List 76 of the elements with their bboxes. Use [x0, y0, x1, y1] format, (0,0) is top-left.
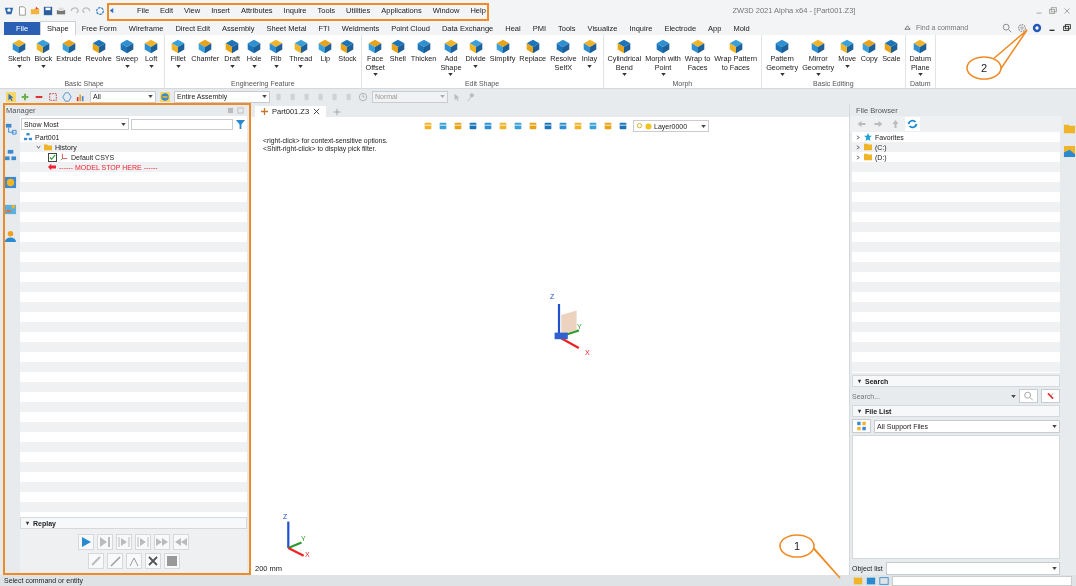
collapse-ribbon-icon[interactable]	[904, 24, 911, 31]
view-tool-icon[interactable]	[543, 121, 553, 131]
part-tab-icon[interactable]	[3, 176, 17, 189]
pencil-icon[interactable]	[106, 553, 123, 569]
star-icon	[864, 133, 872, 141]
view-tool-icon[interactable]	[558, 121, 568, 131]
view-tool-icon[interactable]	[483, 121, 493, 131]
command-input-field[interactable]	[892, 575, 1072, 586]
caret-icon[interactable]	[148, 95, 153, 98]
settings-icon[interactable]	[1017, 22, 1027, 33]
delete-icon[interactable]	[144, 553, 161, 569]
callout-number: 2	[980, 62, 988, 74]
clock-icon[interactable]	[358, 91, 368, 102]
tree-tab-icon[interactable]	[3, 122, 17, 135]
help-icon[interactable]	[1032, 22, 1042, 33]
rewind-icon[interactable]	[173, 534, 189, 550]
box-select-icon[interactable]	[48, 91, 58, 102]
callout-number: 1	[793, 540, 801, 552]
status-dot-icon	[645, 122, 652, 130]
caret-icon[interactable]	[701, 124, 706, 128]
caret-icon[interactable]	[1011, 394, 1016, 398]
folder-icon	[44, 143, 52, 151]
assembly-icon[interactable]	[160, 91, 170, 102]
caret-icon[interactable]	[1052, 424, 1057, 428]
expander-icon[interactable]	[857, 378, 862, 384]
view-tool-icon[interactable]	[528, 121, 538, 131]
filter-icon[interactable]	[235, 118, 246, 130]
caret-icon[interactable]	[262, 95, 267, 98]
view-tool-icon[interactable]	[468, 121, 478, 131]
image-tab-icon[interactable]	[3, 203, 17, 216]
pick-arrow-icon[interactable]	[6, 91, 16, 102]
print-icon[interactable]	[56, 5, 66, 16]
expander-icon[interactable]	[857, 408, 862, 414]
menu-toggle-icon[interactable]	[108, 7, 115, 14]
restore-icon[interactable]	[1062, 22, 1072, 33]
step-forward-icon[interactable]	[97, 534, 113, 550]
cube-icon	[118, 37, 136, 55]
view-mode-icon[interactable]	[852, 419, 871, 433]
app-logo-icon	[4, 5, 14, 16]
view-tool-icon[interactable]	[603, 121, 613, 131]
open-folder-icon[interactable]	[30, 5, 40, 16]
rebuild-icon[interactable]	[95, 5, 105, 16]
axes-icon	[60, 153, 68, 161]
expander-icon[interactable]	[25, 520, 30, 526]
view-tool-icon[interactable]	[618, 121, 628, 131]
caret-icon[interactable]	[121, 122, 126, 126]
layout-icon[interactable]	[866, 575, 876, 586]
assembly-tab-icon[interactable]	[3, 149, 17, 162]
save-icon[interactable]	[43, 5, 53, 16]
hexagon-icon[interactable]	[62, 91, 72, 102]
part-icon	[261, 108, 268, 115]
clear-icon[interactable]	[1041, 389, 1060, 403]
user-tab-icon[interactable]	[3, 230, 17, 243]
view-tool-icon[interactable]	[453, 121, 463, 131]
new-file-icon[interactable]	[17, 5, 27, 16]
view-tool-icon[interactable]	[588, 121, 598, 131]
add-tab-icon[interactable]	[332, 107, 343, 117]
caret-icon[interactable]	[1052, 566, 1057, 570]
undo-icon[interactable]	[69, 5, 79, 16]
search-icon[interactable]	[1002, 22, 1012, 33]
arrow-icon	[48, 163, 56, 171]
layout-icon[interactable]	[853, 575, 863, 586]
plus-icon[interactable]	[20, 91, 30, 102]
folder-tab-icon[interactable]	[1062, 122, 1076, 135]
view-tool-icon[interactable]	[513, 121, 523, 131]
redo-icon[interactable]	[82, 5, 92, 16]
assembly-icon	[24, 133, 32, 141]
tree-search-field[interactable]	[131, 118, 233, 130]
refresh-icon[interactable]	[905, 117, 920, 131]
layout-icon[interactable]	[879, 575, 889, 586]
cube-icon	[654, 37, 672, 55]
cursor-icon[interactable]	[452, 91, 462, 102]
view-tool-icon[interactable]	[438, 121, 448, 131]
step-icon[interactable]	[116, 534, 132, 550]
play-icon[interactable]	[78, 534, 94, 550]
checkbox[interactable]	[48, 152, 57, 162]
